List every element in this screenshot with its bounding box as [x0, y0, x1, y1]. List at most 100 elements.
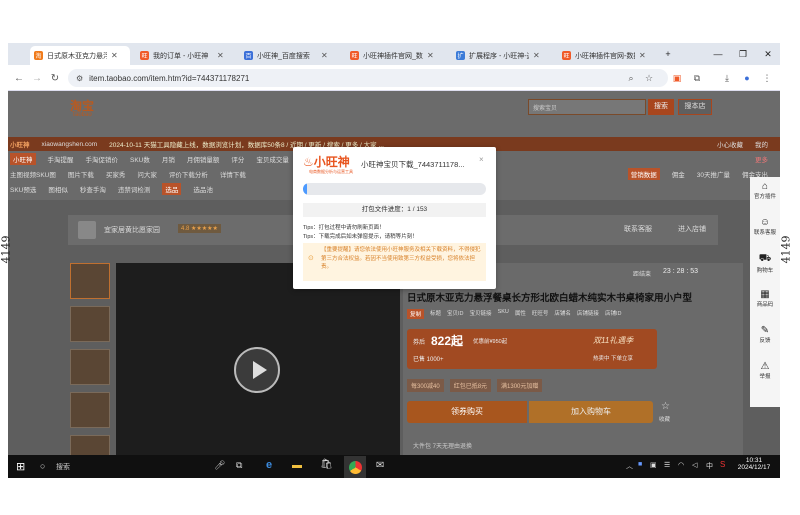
tab-my-orders[interactable]: 旺 我的订单 - 小旺神 ✕	[136, 46, 234, 65]
search-circle-icon[interactable]: ○	[40, 461, 45, 471]
menu-kebab-icon[interactable]: ⋮	[760, 71, 774, 85]
tab-official-site-2[interactable]: 旺 小旺神插件官网-数据 ✕	[558, 46, 658, 65]
xiaowangshen-extension-icon[interactable]: ▣	[670, 71, 684, 85]
shop-name[interactable]: 宜家居黄比愿家园	[104, 225, 160, 235]
thumbnail[interactable]	[70, 349, 110, 385]
reload-icon[interactable]: ↻	[48, 71, 62, 85]
sidebar-official[interactable]: ⌂ 官方插件	[750, 181, 780, 200]
wifi-icon[interactable]: ◠	[678, 461, 684, 469]
collect-link[interactable]: 小心收藏	[717, 139, 743, 149]
tray-app-icon[interactable]: ■	[638, 461, 642, 468]
plugin-domain[interactable]: xiaowangshen.com	[42, 141, 98, 148]
network-icon[interactable]: ☰	[664, 461, 670, 469]
close-tab-icon[interactable]: ✕	[217, 51, 224, 60]
tray-app-icon[interactable]: ▣	[650, 461, 657, 469]
copy-tag[interactable]: 标题	[430, 309, 441, 319]
microphone-icon[interactable]: 🎤︎	[214, 460, 225, 471]
copy-tag[interactable]: SKU	[498, 309, 509, 319]
edge-icon[interactable]: e	[266, 459, 272, 471]
sidebar-cart[interactable]: ⛟ 购物车	[750, 253, 780, 274]
modal-close-icon[interactable]: ×	[479, 155, 484, 164]
coupon[interactable]: 每300减40	[407, 379, 444, 392]
extensions-puzzle-icon[interactable]: ⧉	[690, 71, 704, 85]
close-tab-icon[interactable]: ✕	[427, 51, 434, 60]
thumbnail[interactable]	[70, 263, 110, 299]
plugin-item[interactable]: 手淘提醒	[48, 154, 74, 164]
tab-baidu-search[interactable]: 百 小旺神_百度搜索 ✕	[240, 46, 340, 65]
plugin-item[interactable]: 宝贝成交量	[256, 154, 289, 164]
plugin-item[interactable]: 详情下载	[220, 169, 246, 179]
copy-tag[interactable]: 店铺ID	[605, 309, 622, 319]
ime-app-icon[interactable]: S	[720, 460, 725, 469]
search-button[interactable]: 搜索	[648, 99, 674, 115]
close-tab-icon[interactable]: ✕	[111, 51, 118, 60]
close-window-icon[interactable]: ✕	[758, 47, 778, 61]
plugin-item[interactable]: 评分	[231, 154, 244, 164]
ime-indicator[interactable]: 中	[706, 461, 713, 471]
copy-tag[interactable]: 宝贝ID	[447, 309, 464, 319]
tray-chevron-icon[interactable]: ︿	[626, 461, 633, 471]
plugin-item[interactable]: 营销数据	[627, 168, 660, 180]
copy-tag[interactable]: 宝贝链接	[470, 309, 492, 319]
thumbnail[interactable]	[70, 392, 110, 428]
plugin-item[interactable]: 秒查手淘	[80, 184, 106, 194]
store-icon[interactable]: 🛍︎	[320, 459, 333, 470]
copy-tag[interactable]: 店铺链接	[577, 309, 599, 319]
copy-tag[interactable]: 属性	[515, 309, 526, 319]
copy-tag[interactable]: 复制	[407, 309, 425, 319]
plugin-item[interactable]: 违禁词检测	[118, 184, 151, 194]
zoom-icon[interactable]: ⌕	[624, 71, 638, 85]
coupon[interactable]: 满1300元加赠	[497, 379, 543, 392]
shop-logo[interactable]	[78, 221, 96, 239]
plugin-item[interactable]: SKU数	[130, 154, 150, 164]
coupon[interactable]: 红包已抵8元	[449, 379, 492, 392]
task-view-icon[interactable]: ⧉	[236, 460, 242, 471]
plugin-item[interactable]: 月佣销量额	[187, 154, 220, 164]
tab-taobao-item[interactable]: 淘 日式原木亚克力悬浮 ✕	[30, 46, 130, 65]
plugin-item[interactable]: 评价下载分析	[169, 169, 208, 179]
search-input[interactable]: 搜索宝贝	[528, 99, 646, 115]
clock[interactable]: 10:31 2024/12/17	[734, 457, 774, 471]
thumbnail[interactable]	[70, 435, 110, 455]
plugin-item[interactable]: 月销	[162, 154, 175, 164]
restore-icon[interactable]: ❐	[733, 47, 753, 61]
windows-start-icon[interactable]: ⊞	[16, 460, 25, 473]
plugin-item[interactable]: 佣金	[672, 169, 685, 179]
favorite-star-icon[interactable]: ☆	[661, 401, 670, 412]
close-tab-icon[interactable]: ✕	[639, 51, 646, 60]
plugin-item[interactable]: 选品	[162, 183, 182, 195]
plugin-item[interactable]: 买家秀	[106, 169, 126, 179]
url-input[interactable]: ⚙ item.taobao.com/item.htm?id=7443711782…	[68, 69, 668, 87]
sidebar-feedback[interactable]: ✎ 反馈	[750, 325, 780, 344]
thumbnail[interactable]	[70, 306, 110, 342]
sidebar-qrcode[interactable]: ▦ 商品码	[750, 289, 780, 308]
plugin-item[interactable]: 30天推广量	[697, 169, 730, 179]
plugin-item[interactable]: SKU预选	[10, 184, 36, 194]
add-to-cart-button[interactable]: 加入购物车	[529, 401, 653, 423]
video-player[interactable]	[116, 263, 400, 455]
play-button[interactable]	[234, 347, 280, 393]
plugin-item[interactable]: 图相似	[48, 184, 68, 194]
tab-official-site[interactable]: 旺 小旺神插件官网_数据 ✕	[346, 46, 446, 65]
copy-tag[interactable]: 旺旺号	[532, 309, 549, 319]
mine-link[interactable]: 我的	[755, 139, 768, 149]
close-tab-icon[interactable]: ✕	[533, 51, 540, 60]
download-icon[interactable]: ⤓	[720, 71, 734, 85]
sidebar-report[interactable]: ⚠ 举报	[750, 361, 780, 380]
site-info-icon[interactable]: ⚙	[76, 74, 83, 83]
new-tab-icon[interactable]: +	[658, 47, 678, 61]
minimize-icon[interactable]: —	[708, 47, 728, 61]
tab-extensions[interactable]: 扩 扩展程序 - 小旺神-这 ✕	[452, 46, 552, 65]
mail-icon[interactable]: ✉	[376, 460, 384, 471]
plugin-item[interactable]: 选品池	[193, 184, 213, 194]
bookmark-star-icon[interactable]: ☆	[642, 71, 656, 85]
forward-icon[interactable]: →	[30, 71, 44, 85]
volume-icon[interactable]: ◁	[692, 461, 697, 469]
more-link[interactable]: 更多	[755, 154, 768, 164]
back-icon[interactable]: ←	[12, 71, 26, 85]
search-shop-button[interactable]: 搜本店	[678, 99, 712, 115]
chrome-taskbar-button[interactable]	[344, 456, 366, 478]
file-explorer-icon[interactable]: ▬	[292, 460, 302, 471]
contact-service-button[interactable]: 联系客服	[624, 224, 652, 234]
plugin-item[interactable]: 问大家	[137, 169, 157, 179]
